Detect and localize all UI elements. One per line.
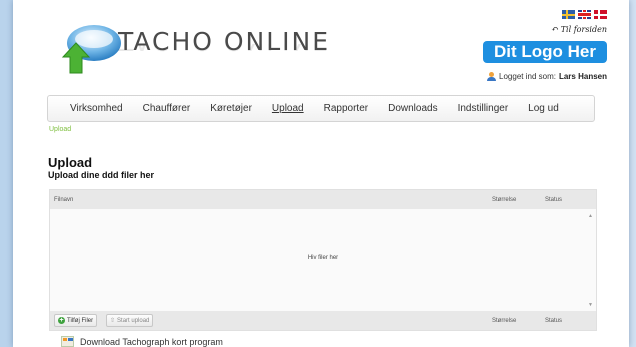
- upload-arrow-icon: ⇧: [110, 318, 116, 324]
- start-upload-button[interactable]: ⇧ Start upload: [106, 314, 154, 327]
- start-upload-label: Start upload: [117, 317, 150, 324]
- language-selector: [562, 10, 607, 19]
- main-nav: Virksomhed Chauffører Køretøjer Upload R…: [47, 95, 595, 122]
- uk-flag-icon[interactable]: [578, 10, 591, 19]
- drop-zone-text: Hiv filer her: [307, 255, 339, 261]
- logged-in-info: Logget ind som: Lars Hansen: [487, 72, 607, 81]
- card-program-icon: [61, 336, 74, 347]
- upload-widget: Filnavn Størrelse Status ▲ Hiv filer her…: [49, 189, 597, 331]
- status-column-footer: Status: [545, 317, 563, 324]
- file-drop-zone[interactable]: ▲ Hiv filer her ▼: [50, 209, 596, 311]
- status-column-header: Status: [545, 196, 563, 203]
- nav-item-virksomhed[interactable]: Virksomhed: [70, 103, 123, 114]
- user-name: Lars Hansen: [558, 72, 607, 81]
- filename-column-header: Filnavn: [54, 196, 74, 203]
- brand-logo-placeholder: Dit Logo Her: [483, 41, 607, 63]
- nav-item-rapporter[interactable]: Rapporter: [324, 103, 368, 114]
- size-column-header: Størrelse: [492, 196, 517, 203]
- scroll-down-icon[interactable]: ▼: [588, 302, 593, 308]
- logo-icon: [61, 25, 121, 74]
- logo-text-reflection: TACHO ONLINE: [118, 44, 330, 56]
- download-program-label: Download Tachograph kort program: [80, 336, 223, 347]
- breadcrumb[interactable]: Upload: [49, 126, 71, 133]
- user-icon: [487, 72, 497, 81]
- nav-item-indstillinger[interactable]: Indstillinger: [458, 103, 509, 114]
- page-subtitle: Upload dine ddd filer her: [48, 170, 155, 180]
- add-files-button[interactable]: + Tilføj Filer: [54, 314, 98, 327]
- curved-arrow-icon: ↶: [551, 25, 559, 35]
- scroll-up-icon[interactable]: ▲: [588, 213, 593, 219]
- to-front-link[interactable]: ↶ Til forsiden: [551, 25, 607, 35]
- nav-item-downloads[interactable]: Downloads: [388, 103, 437, 114]
- to-front-label: Til forsiden: [560, 25, 607, 34]
- danish-flag-icon[interactable]: [594, 10, 607, 19]
- plus-icon: +: [58, 317, 65, 324]
- page-title: Upload: [48, 155, 93, 170]
- add-files-label: Tilføj Filer: [67, 317, 94, 324]
- nav-item-log-ud[interactable]: Log ud: [528, 103, 559, 114]
- upload-footer-row: + Tilføj Filer ⇧ Start upload Størrelse …: [50, 311, 596, 330]
- logged-in-label: Logget ind som:: [499, 72, 556, 81]
- swedish-flag-icon[interactable]: [562, 10, 575, 19]
- size-column-footer: Størrelse: [492, 317, 517, 324]
- upload-header-row: Filnavn Størrelse Status: [50, 190, 596, 209]
- nav-item-chauffoerer[interactable]: Chauffører: [143, 103, 191, 114]
- page-container: TACHO ONLINE TACHO ONLINE ↶Til forsiden …: [13, 0, 629, 347]
- nav-item-koeretoejer[interactable]: Køretøjer: [210, 103, 252, 114]
- nav-item-upload[interactable]: Upload: [272, 103, 304, 114]
- download-program-link[interactable]: Download Tachograph kort program: [61, 336, 223, 347]
